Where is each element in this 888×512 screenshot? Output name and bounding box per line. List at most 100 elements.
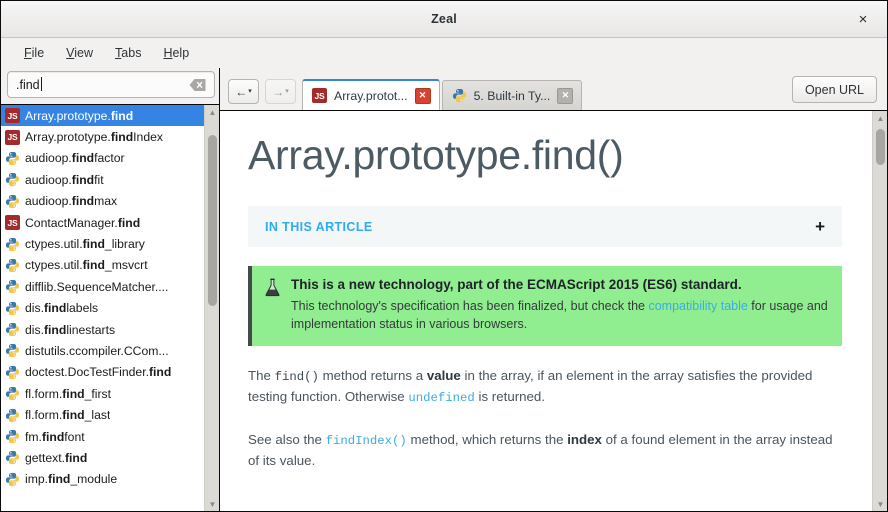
list-item-label: Array.prototype.find: [25, 108, 134, 123]
scroll-down-icon[interactable]: ▼: [873, 497, 887, 511]
javascript-icon: JS: [5, 215, 20, 231]
python-icon: [5, 365, 20, 380]
list-item[interactable]: fl.form.find_first: [1, 383, 204, 404]
list-item-label: gettext.find: [25, 450, 88, 465]
paragraph-findindex-see-also: See also the findIndex() method, which r…: [248, 431, 833, 468]
inline-code-find: find(): [274, 369, 319, 384]
menu-view[interactable]: View: [55, 43, 104, 63]
python-icon: [5, 343, 20, 358]
python-icon: [5, 151, 20, 166]
list-item-label: difflib.SequenceMatcher....: [25, 279, 169, 294]
tab-2[interactable]: 5. Built-in Ty... ✕: [441, 80, 583, 110]
list-item[interactable]: ctypes.util.find_msvcrt: [1, 255, 204, 276]
list-item[interactable]: difflib.SequenceMatcher....: [1, 276, 204, 297]
window-titlebar: Zeal ×: [1, 1, 887, 38]
compatibility-table-link[interactable]: compatibility table: [648, 299, 747, 313]
inline-code-undefined: undefined: [408, 390, 475, 405]
list-item[interactable]: JS Array.prototype.find: [1, 105, 204, 127]
tab-close-icon[interactable]: ✕: [557, 87, 574, 104]
document-scrollbar[interactable]: ▲ ▼: [872, 111, 887, 511]
results-scrollbar[interactable]: ▲ ▼: [204, 105, 219, 511]
list-item[interactable]: doctest.DocTestFinder.find: [1, 362, 204, 383]
scroll-up-icon[interactable]: ▲: [873, 111, 887, 125]
list-item-label: fm.findfont: [25, 429, 85, 444]
list-item-label: ctypes.util.find_library: [25, 237, 145, 252]
list-item-label: imp.find_module: [25, 472, 118, 487]
list-item[interactable]: imp.find_module: [1, 469, 204, 490]
list-item-label: audioop.findfit: [25, 172, 104, 187]
tab-1[interactable]: JS Array.protot... ✕: [302, 79, 440, 110]
search-box[interactable]: .find: [7, 71, 215, 98]
list-item[interactable]: audioop.findmax: [1, 191, 204, 212]
list-item[interactable]: JS Array.prototype.findIndex: [1, 126, 204, 147]
list-item[interactable]: gettext.find: [1, 447, 204, 468]
scrollbar-thumb[interactable]: [208, 135, 217, 306]
flask-icon: [264, 278, 281, 333]
new-technology-notice: This is a new technology, part of the EC…: [248, 266, 842, 346]
forward-button[interactable]: → ▾: [265, 79, 296, 104]
list-item-label: distutils.ccompiler.CCom...: [25, 343, 169, 358]
tab-label: Array.protot...: [334, 88, 408, 103]
list-item[interactable]: fm.findfont: [1, 426, 204, 447]
document-body: Array.prototype.find() IN THIS ARTICLE +: [220, 111, 872, 511]
python-icon: [5, 472, 20, 487]
back-arrow-icon: ←: [235, 84, 248, 99]
python-icon: [5, 237, 20, 252]
python-icon: [5, 450, 20, 465]
scroll-up-icon[interactable]: ▲: [205, 105, 220, 119]
list-item[interactable]: audioop.findfit: [1, 169, 204, 190]
browser-toolbar: ← ▾ → ▾ JS Array.protot... ✕ 5. Built-in Ty…: [220, 68, 887, 111]
list-item-label: fl.form.find_last: [25, 408, 111, 423]
window-title: Zeal: [431, 12, 457, 26]
javascript-icon: JS: [312, 88, 327, 103]
list-item[interactable]: dis.findlinestarts: [1, 319, 204, 340]
list-item-label: dis.findlabels: [25, 301, 99, 316]
list-item[interactable]: fl.form.find_last: [1, 404, 204, 425]
results-list-wrap: JS Array.prototype.find JS Array.prototype.…: [1, 104, 219, 511]
window-close-icon[interactable]: ×: [853, 9, 873, 29]
search-results-list[interactable]: JS Array.prototype.find JS Array.prototype.…: [1, 105, 204, 511]
document-viewport: Array.prototype.find() IN THIS ARTICLE +: [220, 111, 887, 511]
list-item[interactable]: JS ContactManager.find: [1, 212, 204, 233]
tab-label: 5. Built-in Ty...: [473, 88, 551, 103]
python-icon: [5, 322, 20, 337]
tab-bar: JS Array.protot... ✕ 5. Built-in Ty... ✕: [302, 68, 584, 110]
list-item[interactable]: dis.findlabels: [1, 298, 204, 319]
chevron-down-icon: ▾: [285, 88, 289, 95]
search-input[interactable]: .find: [8, 77, 42, 92]
menubar: File View Tabs Help: [1, 38, 887, 68]
page-title: Array.prototype.find(): [248, 132, 624, 178]
zeal-main-window: Zeal × File View Tabs Help .find JS Arra…: [0, 0, 888, 512]
python-icon: [452, 88, 467, 103]
back-button[interactable]: ← ▾: [228, 79, 259, 104]
menu-tabs[interactable]: Tabs: [104, 43, 152, 63]
scrollbar-thumb[interactable]: [876, 129, 885, 165]
list-item[interactable]: audioop.findfactor: [1, 148, 204, 169]
scroll-down-icon[interactable]: ▼: [205, 497, 220, 511]
sidebar: .find JS Array.prototype.find JS Array.prot…: [1, 68, 220, 511]
list-item-label: Array.prototype.findIndex: [25, 130, 163, 145]
menu-help[interactable]: Help: [152, 43, 200, 63]
python-icon: [5, 194, 20, 209]
forward-arrow-icon: →: [272, 84, 285, 99]
chevron-down-icon: ▾: [248, 88, 252, 95]
content-pane: ← ▾ → ▾ JS Array.protot... ✕ 5. Built-in Ty…: [220, 68, 887, 511]
javascript-icon: JS: [5, 108, 20, 124]
notice-body: This technology's specification has been…: [291, 299, 828, 332]
python-icon: [5, 429, 20, 444]
list-item-label: audioop.findmax: [25, 194, 118, 209]
clear-text-icon[interactable]: [189, 78, 206, 91]
inline-code-findindex: findIndex(): [325, 433, 407, 448]
tab-close-icon[interactable]: ✕: [414, 87, 431, 104]
javascript-icon: JS: [5, 129, 20, 145]
python-icon: [5, 172, 20, 187]
menu-file[interactable]: File: [13, 43, 55, 63]
in-this-article-bar[interactable]: IN THIS ARTICLE +: [248, 206, 842, 248]
notice-title: This is a new technology, part of the EC…: [291, 277, 742, 293]
python-icon: [5, 301, 20, 316]
python-icon: [5, 408, 20, 423]
list-item[interactable]: distutils.ccompiler.CCom...: [1, 340, 204, 361]
open-url-button[interactable]: Open URL: [791, 76, 877, 103]
expand-plus-icon[interactable]: +: [815, 218, 825, 235]
list-item[interactable]: ctypes.util.find_library: [1, 233, 204, 254]
